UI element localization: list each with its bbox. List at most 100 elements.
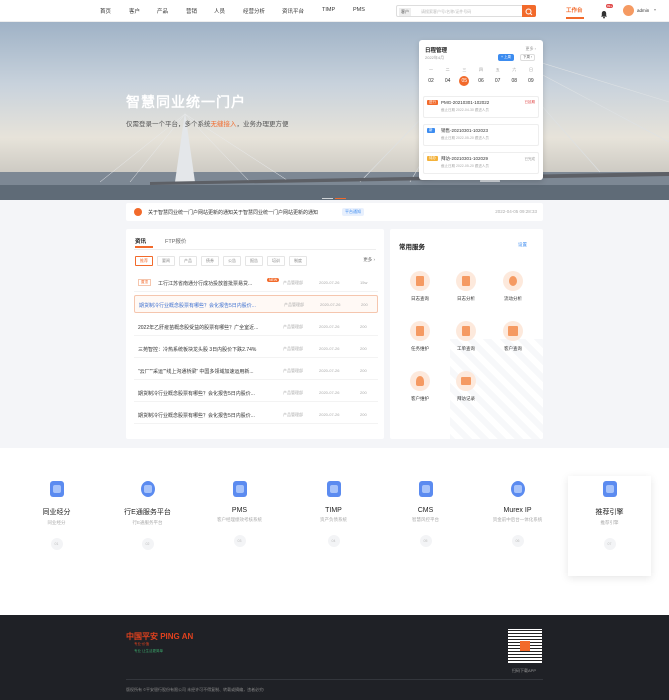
filter-chip[interactable]: 债券	[201, 256, 219, 266]
news-row[interactable]: 期货制冷行业概念股票有哪些？会化报告5日内股价... 产品管理部 2020-07…	[134, 406, 378, 424]
nav-product[interactable]: 产品	[157, 7, 168, 15]
product-icon	[415, 478, 437, 500]
service-customer-maintain[interactable]: 客户维护	[400, 371, 440, 402]
product-card[interactable]: 同业经分 同业经分 01	[15, 478, 98, 550]
service-log-query[interactable]: 日志查询	[400, 271, 440, 302]
footer: 中国平安 PING AN 专业·价值 专业 让生活更简单 扫码下载APP 版权所…	[0, 615, 669, 700]
products-section: 同业经分 同业经分 01 行E通服务平台 行E通服务平台 02 PMS 客户经理绩效考核系…	[0, 448, 669, 615]
schedule-more-link[interactable]: 更多 ›	[526, 46, 536, 52]
nav-customer[interactable]: 客户	[129, 7, 140, 15]
calendar-day[interactable]: 09	[523, 76, 539, 86]
news-more-link[interactable]: 更多 ›	[363, 257, 375, 263]
divider	[126, 679, 543, 680]
product-card[interactable]: PMS 客户经理绩效考核系统 03	[198, 478, 281, 547]
filter-chip[interactable]: 产品	[179, 256, 197, 266]
product-card[interactable]: 行E通服务平台 行E通服务平台 02	[106, 478, 189, 550]
schedule-title: 日程管理	[425, 48, 448, 54]
divider	[134, 249, 376, 250]
notice-badge: 平台通知	[342, 208, 364, 216]
nav-home[interactable]: 首页	[100, 7, 111, 15]
chevron-down-icon[interactable]: ▾	[654, 7, 656, 12]
task-icon	[410, 321, 430, 341]
news-panel: 资讯 FTP报价 推荐 要闻 产品 债券 公告 报告 培训 制度 更多 › 置顶…	[126, 229, 384, 439]
news-filters: 推荐 要闻 产品 债券 公告 报告 培训 制度	[135, 256, 311, 266]
calendar-day-selected[interactable]: 05	[459, 76, 470, 86]
product-icon	[323, 478, 345, 500]
product-card[interactable]: Murex IP 资金前中后台一体化系统 06	[476, 478, 559, 547]
weekday-row: 一 二 三 四 五 六 日	[429, 67, 533, 72]
hero-banner: 智慧同业统一门户 仅需登录一个平台，多个系统无缝接入，业务办理更方便	[0, 22, 669, 200]
product-card[interactable]: TIMP 资产负债系统 04	[292, 478, 375, 547]
day-row: 02 04 05 06 07 08 09	[423, 76, 539, 86]
search-input[interactable]: 请搜索客户号/名称/证件号码	[421, 9, 471, 15]
service-customer-query[interactable]: 客户查询	[493, 321, 533, 352]
status-badge: 已延期	[524, 100, 536, 104]
nav-timp[interactable]: TIMP	[322, 7, 335, 13]
product-icon	[46, 478, 68, 500]
schedule-card: 日程管理 更多 › 2022年4月 + 上周 下周 › 一 二 三 四 五 六 …	[419, 40, 543, 180]
filter-chip[interactable]: 培训	[267, 256, 285, 266]
nav-info[interactable]: 资讯平台	[282, 7, 304, 15]
nav-pms[interactable]: PMS	[353, 7, 365, 13]
news-row[interactable]: “云厂”“采运”“线上沟通桥梁” 中国多领域加速运用新... 产品管理部 202…	[134, 362, 378, 380]
calendar-day[interactable]: 07	[490, 76, 506, 86]
filter-chip[interactable]: 制度	[289, 256, 307, 266]
nav-staff[interactable]: 人员	[214, 7, 225, 15]
username[interactable]: admin	[637, 8, 649, 13]
product-card-active[interactable]: 推荐引擎 推荐引擎 07	[568, 476, 651, 576]
product-icon	[229, 478, 251, 500]
notice-bar[interactable]: 关于智慧同业统一门户网站更新的通知关于智慧同业统一门户网站更新的通知 平台通知 …	[126, 203, 543, 221]
carousel-dot-active[interactable]	[335, 197, 346, 199]
schedule-event[interactable]: 新 销售-20210301-102023 截止日期 2022-05-20 跟进人…	[423, 124, 539, 146]
filter-chip[interactable]: 报告	[245, 256, 263, 266]
tab-news[interactable]: 资讯	[135, 237, 146, 245]
carousel-dots[interactable]	[322, 186, 348, 200]
calendar-day[interactable]: 08	[506, 76, 522, 86]
news-row[interactable]: 期货制冷行业概念股票有哪些？会化报告5日内股价... 产品管理部 2020-07…	[134, 384, 378, 402]
services-settings-link[interactable]: 设置	[518, 242, 527, 248]
service-task[interactable]: 任务维护	[400, 321, 440, 352]
notice-text[interactable]: 关于智慧同业统一门户网站更新的通知关于智慧同业统一门户网站更新的通知	[148, 209, 318, 216]
news-row[interactable]: 置顶 工行江苏省南通分行成功投放首批票易贷... NEW 产品管理部 2020-…	[134, 274, 378, 292]
news-row[interactable]: 2022年乙肝疫苗概念股受益的股票有哪些？广全室近... 产品管理部 2020-…	[134, 318, 378, 336]
carousel-dot[interactable]	[322, 197, 333, 199]
prev-week-button[interactable]: + 上周	[498, 54, 515, 61]
bridge-image	[0, 42, 669, 200]
search-box[interactable]: 客户 请搜索客户号/名称/证件号码	[396, 5, 536, 17]
chart-icon	[456, 271, 476, 291]
calendar-day[interactable]: 02	[423, 76, 439, 86]
search-scope-select[interactable]: 客户	[399, 8, 411, 16]
search-button[interactable]	[522, 5, 536, 17]
filter-chip[interactable]: 要闻	[157, 256, 175, 266]
notice-time: 2022-04-05 09:28:33	[495, 209, 537, 214]
schedule-event[interactable]: 待办 拜访-20210301-102029 截止日期 2022-05-20 跟进…	[423, 152, 539, 174]
service-ticket-query[interactable]: 工单查询	[446, 321, 486, 352]
schedule-event[interactable]: 进行 PMG-20210301-102022 截止日期 2022-04-30 跟…	[423, 96, 539, 118]
service-visit-record[interactable]: 拜访记录	[446, 371, 486, 402]
news-row[interactable]: 期货制冷行业概念股票有哪些？会化报告5日内股价... 产品管理部 2020-07…	[134, 295, 378, 313]
service-flow-analysis[interactable]: 流动分析	[493, 271, 533, 302]
notification-badge: 99+	[606, 4, 614, 8]
filter-chip[interactable]: 公告	[223, 256, 241, 266]
search-icon	[525, 8, 533, 16]
schedule-month: 2022年4月	[425, 55, 445, 60]
avatar[interactable]	[623, 5, 634, 16]
service-log-analysis[interactable]: 日志分析	[446, 271, 486, 302]
calendar-day[interactable]: 06	[473, 76, 489, 86]
next-week-button[interactable]: 下周 ›	[520, 54, 536, 61]
tab-ftp-quote[interactable]: FTP报价	[165, 237, 186, 245]
product-icon	[599, 478, 621, 500]
brand-tagline: 专业·价值	[134, 642, 150, 646]
hero-subtitle: 仅需登录一个平台，多个系统无缝接入，业务办理更方便	[126, 121, 289, 128]
product-icon	[507, 478, 529, 500]
services-title: 常用服务	[399, 244, 425, 251]
top-nav: 首页 客户 产品 营销 人员 经营分析 资讯平台 TIMP PMS 客户 请搜索…	[0, 0, 669, 22]
news-row[interactable]: 三苑智控：冷热系统板块龙头股 3日内股价下跌2.74% 产品管理部 2020-0…	[134, 340, 378, 358]
nav-marketing[interactable]: 营销	[186, 7, 197, 15]
pinned-badge: 置顶	[138, 279, 151, 286]
product-card[interactable]: CMS 智慧风控平台 05	[384, 478, 467, 547]
calendar-day[interactable]: 04	[440, 76, 456, 86]
nav-analysis[interactable]: 经营分析	[243, 7, 265, 15]
filter-chip[interactable]: 推荐	[135, 256, 153, 266]
nav-workbench[interactable]: 工作台	[566, 6, 583, 14]
